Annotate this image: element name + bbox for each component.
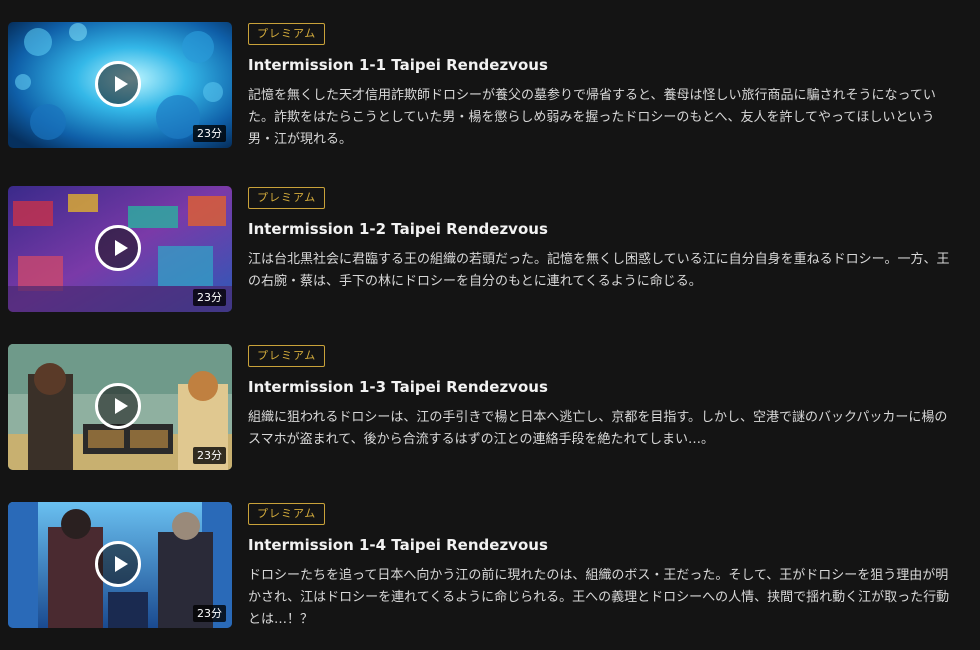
premium-badge: プレミアム <box>248 345 326 367</box>
duration-label: 23分 <box>193 447 226 464</box>
episode-title[interactable]: Intermission 1-1 Taipei Rendezvous <box>248 55 968 75</box>
episode-thumbnail[interactable]: 23分 <box>8 344 232 470</box>
episode-description: 江は台北黒社会に君臨する王の組織の若頭だった。記憶を無くし困惑している江に自分自… <box>248 252 950 289</box>
episode-info: プレミアム Intermission 1-1 Taipei Rendezvous… <box>248 22 968 151</box>
episode-description: 記憶を無くした天才信用詐欺師ドロシーが養父の墓参りで帰省すると、養母は怪しい旅行… <box>248 88 936 147</box>
play-icon[interactable] <box>95 225 141 271</box>
episode-description: 組織に狙われるドロシーは、江の手引きで楊と日本へ逃亡し、京都を目指す。しかし、空… <box>248 410 948 447</box>
episode-title[interactable]: Intermission 1-2 Taipei Rendezvous <box>248 219 968 239</box>
premium-badge: プレミアム <box>248 23 326 45</box>
episode-item: 23分 プレミアム Intermission 1-1 Taipei Rendez… <box>8 22 973 152</box>
episode-item: 23分 プレミアム Intermission 1-3 Taipei Rendez… <box>8 344 973 474</box>
episode-info: プレミアム Intermission 1-3 Taipei Rendezvous… <box>248 344 968 451</box>
episode-title[interactable]: Intermission 1-4 Taipei Rendezvous <box>248 535 968 555</box>
play-icon[interactable] <box>95 541 141 587</box>
premium-badge: プレミアム <box>248 187 326 209</box>
episode-info: プレミアム Intermission 1-4 Taipei Rendezvous… <box>248 502 968 631</box>
episode-item: 23分 プレミアム Intermission 1-2 Taipei Rendez… <box>8 186 973 316</box>
play-icon[interactable] <box>95 383 141 429</box>
duration-label: 23分 <box>193 125 226 142</box>
episode-thumbnail[interactable]: 23分 <box>8 22 232 148</box>
play-icon[interactable] <box>95 61 141 107</box>
episode-thumbnail[interactable]: 23分 <box>8 186 232 312</box>
episode-description: ドロシーたちを追って日本へ向かう江の前に現れたのは、組織のボス・王だった。そして… <box>248 568 950 627</box>
episode-item: 23分 プレミアム Intermission 1-4 Taipei Rendez… <box>8 502 973 632</box>
premium-badge: プレミアム <box>248 503 326 525</box>
duration-label: 23分 <box>193 605 226 622</box>
episode-thumbnail[interactable]: 23分 <box>8 502 232 628</box>
episode-title[interactable]: Intermission 1-3 Taipei Rendezvous <box>248 377 968 397</box>
duration-label: 23分 <box>193 289 226 306</box>
episode-info: プレミアム Intermission 1-2 Taipei Rendezvous… <box>248 186 968 293</box>
